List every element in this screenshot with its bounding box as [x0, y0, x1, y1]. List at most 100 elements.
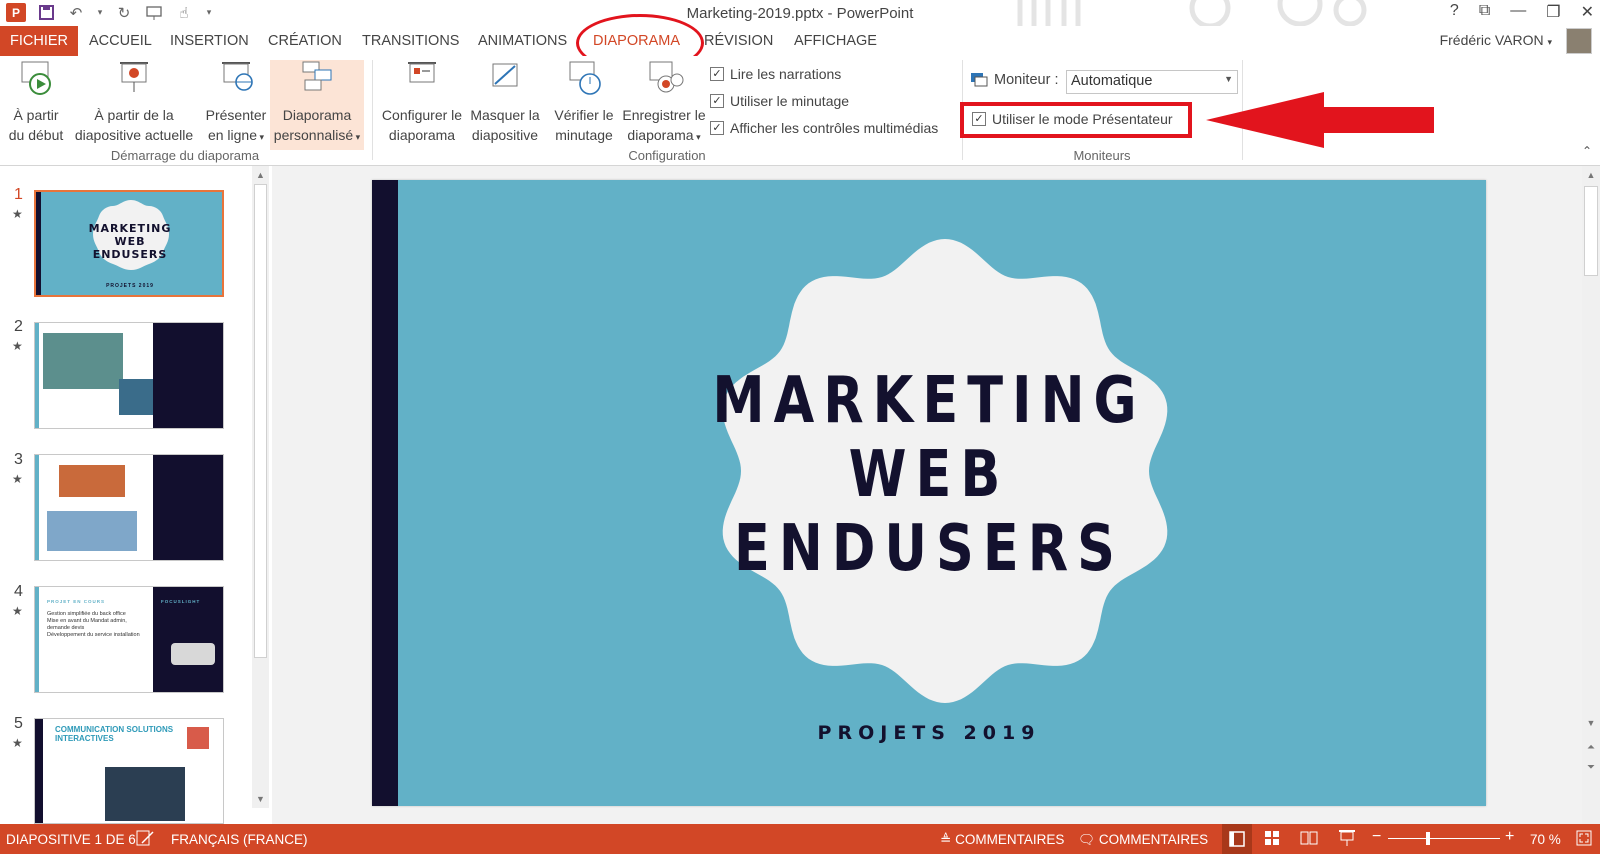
- custom-show-label-1: Diaporama: [282, 107, 352, 123]
- comments-button[interactable]: 🗨 COMMENTAIRES: [1078, 832, 1208, 848]
- thumb-video: [105, 767, 185, 821]
- present-online-icon: [222, 62, 253, 91]
- record-show-button[interactable]: Enregistrer le diaporama ▾: [618, 60, 710, 147]
- next-slide-icon[interactable]: ⏷: [1582, 762, 1600, 773]
- slideshow-button[interactable]: [1338, 829, 1356, 850]
- ribbon-display-options-icon[interactable]: ⧉: [1479, 2, 1490, 22]
- record-show-label-2: diaporama: [627, 127, 694, 143]
- user-name[interactable]: Frédéric VARON ▾: [1440, 32, 1552, 48]
- slide-thumbnail-5[interactable]: COMMUNICATION SOLUTIONS INTERACTIVES: [34, 718, 224, 824]
- scroll-thumb[interactable]: [1584, 186, 1598, 276]
- slide-thumbnail-3[interactable]: [34, 454, 224, 561]
- slide-thumbnail-1[interactable]: MARKETING WEB ENDUSERS PROJETS 2019: [34, 190, 224, 297]
- rehearse-timings-button[interactable]: Vérifier le minutage: [550, 60, 618, 145]
- setup-show-button[interactable]: Configurer le diaporama: [376, 60, 468, 145]
- slide-thumbnail-2[interactable]: [34, 322, 224, 429]
- slide-title-line: ENDUSERS: [734, 512, 1124, 586]
- reading-view-button[interactable]: [1300, 830, 1318, 849]
- tab-revision[interactable]: RÉVISION: [704, 26, 773, 56]
- play-narrations-checkbox[interactable]: ✓ Lire les narrations: [710, 66, 841, 82]
- tab-creation[interactable]: CRÉATION: [268, 26, 342, 56]
- current-slide[interactable]: MARKETING WEB ENDUSERS PROJETS 2019: [372, 180, 1486, 806]
- thumb-side-title: FOCUSLIGHT: [161, 599, 201, 604]
- thumb-title-line: ENDUSERS: [92, 248, 168, 261]
- help-icon[interactable]: ?: [1450, 2, 1459, 22]
- from-current-slide-button[interactable]: À partir de la diapositive actuelle: [70, 60, 198, 145]
- fit-to-window-button[interactable]: [1576, 830, 1592, 849]
- from-start-button[interactable]: À partir du début: [4, 60, 68, 145]
- scroll-up-icon[interactable]: ▲: [252, 166, 269, 184]
- language-indicator[interactable]: FRANÇAIS (FRANCE): [171, 832, 308, 847]
- avatar[interactable]: [1566, 28, 1592, 54]
- use-timings-checkbox[interactable]: ✓ Utiliser le minutage: [710, 93, 849, 109]
- custom-show-button[interactable]: Diaporama personnalisé ▾: [270, 60, 364, 150]
- chevron-down-icon: ▾: [353, 132, 361, 142]
- zoom-out-icon[interactable]: −: [1372, 828, 1381, 846]
- comment-icon: 🗨: [1078, 832, 1096, 847]
- zoom-in-icon[interactable]: +: [1505, 828, 1514, 846]
- slide-thumbnail-4[interactable]: PROJET EN COURS Gestion simplifiée du ba…: [34, 586, 224, 693]
- chevron-down-icon: ▾: [1547, 37, 1552, 47]
- thumb-accent-bar: [35, 455, 39, 560]
- scroll-thumb[interactable]: [254, 184, 267, 658]
- zoom-level[interactable]: 70 %: [1530, 832, 1561, 847]
- slide-dark-bar: [372, 180, 398, 806]
- tab-animations[interactable]: ANIMATIONS: [478, 26, 567, 56]
- rehearse-label-2: minutage: [555, 127, 613, 143]
- slide-sorter-icon: [1265, 831, 1279, 845]
- present-online-label-1: Présenter: [205, 107, 267, 123]
- thumb-header: PROJET EN COURS: [47, 599, 106, 604]
- checkbox-checked-icon: ✓: [710, 121, 724, 135]
- scroll-up-icon[interactable]: ▲: [1582, 166, 1600, 184]
- slide-sorter-button[interactable]: [1264, 830, 1280, 849]
- star-icon: ★: [12, 207, 23, 221]
- collapse-ribbon-icon[interactable]: ⌃: [1582, 144, 1592, 158]
- close-icon[interactable]: ✕: [1581, 2, 1594, 22]
- from-start-label-2: du début: [8, 127, 64, 143]
- chevron-down-icon: ▼: [1224, 74, 1233, 84]
- chevron-down-icon: ▾: [693, 132, 701, 142]
- previous-slide-icon[interactable]: ⏶: [1582, 742, 1600, 753]
- maximize-icon[interactable]: ❐: [1546, 2, 1560, 22]
- minimize-icon[interactable]: —: [1510, 2, 1526, 22]
- hide-slide-button[interactable]: Masquer la diapositive: [466, 60, 544, 145]
- thumb-title: COMMUNICATION SOLUTIONS INTERACTIVES: [55, 725, 174, 743]
- thumb-image: [43, 333, 123, 389]
- tab-affichage[interactable]: AFFICHAGE: [794, 26, 877, 56]
- zoom-slider-thumb[interactable]: [1426, 832, 1430, 845]
- thumb-projector-image: [171, 643, 215, 665]
- thumb-title-line: MARKETING: [88, 222, 172, 235]
- notes-button[interactable]: ≜ COMMENTAIRES: [940, 832, 1064, 848]
- chevron-down-icon: ▾: [257, 132, 265, 142]
- scroll-down-icon[interactable]: ▼: [252, 790, 269, 808]
- tab-fichier[interactable]: FICHIER: [0, 26, 78, 56]
- slide-number: 4: [14, 583, 23, 600]
- thumb-bullets: Gestion simplifiée du back office Mise e…: [47, 611, 147, 639]
- thumb-title: MARKETING WEB ENDUSERS: [36, 222, 222, 261]
- tab-transitions[interactable]: TRANSITIONS: [362, 26, 459, 56]
- setup-show-label-1: Configurer le: [381, 107, 463, 123]
- star-icon: ★: [12, 736, 23, 750]
- present-online-button[interactable]: Présenter en ligne ▾: [204, 60, 268, 147]
- thumbnails-scrollbar[interactable]: ▲ ▼: [252, 166, 269, 808]
- from-current-label-2: diapositive actuelle: [74, 127, 194, 143]
- star-icon: ★: [12, 339, 23, 353]
- zoom-slider[interactable]: [1388, 838, 1500, 839]
- scroll-down-icon[interactable]: ▼: [1582, 718, 1600, 728]
- normal-view-button[interactable]: [1222, 824, 1252, 854]
- tab-insertion[interactable]: INSERTION: [170, 26, 249, 56]
- show-media-controls-checkbox[interactable]: ✓ Afficher les contrôles multimédias: [710, 120, 938, 136]
- editor-scrollbar[interactable]: ▲ ▼ ⏶ ⏷: [1582, 166, 1600, 824]
- star-icon: ★: [12, 472, 23, 486]
- slide-number: 5: [14, 715, 23, 732]
- record-show-label-1: Enregistrer le: [622, 107, 706, 123]
- show-media-controls-label: Afficher les contrôles multimédias: [730, 120, 939, 136]
- spellcheck-icon[interactable]: [136, 829, 154, 850]
- thumb-dark-column: [153, 323, 223, 428]
- slide-title-line: WEB: [848, 438, 1010, 512]
- user-name-label: Frédéric VARON: [1439, 32, 1544, 48]
- monitor-value: Automatique: [1071, 73, 1153, 89]
- tab-accueil[interactable]: ACCUEIL: [89, 26, 152, 56]
- rehearse-timings-icon: [569, 61, 601, 95]
- group-separator: [372, 60, 373, 160]
